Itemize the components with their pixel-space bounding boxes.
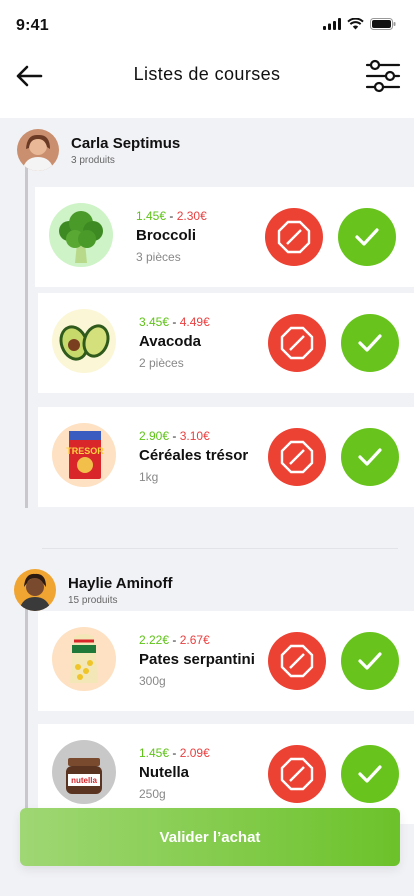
user-header-carla[interactable]: Carla Septimus 3 produits	[17, 129, 180, 171]
product-name: Céréales trésor	[139, 447, 249, 464]
price-range: 1.45€ - 2.09€	[139, 746, 210, 760]
svg-text:TRESOR: TRESOR	[66, 446, 104, 456]
accept-button[interactable]	[338, 208, 396, 266]
stop-octagon-icon	[280, 644, 314, 678]
avatar	[14, 569, 56, 611]
product-card[interactable]: 3.45€ - 4.49€ Avacoda 2 pièces	[38, 293, 414, 393]
stop-octagon-icon	[280, 757, 314, 791]
top-header: 9:41 Listes de courses	[0, 0, 414, 118]
checkmark-icon	[358, 765, 382, 783]
timeline-line	[25, 608, 28, 828]
stop-octagon-icon	[277, 220, 311, 254]
user-name: Haylie Aminoff	[68, 574, 173, 592]
validate-purchase-button[interactable]: Valider l’achat	[20, 808, 400, 866]
broccoli-image	[49, 203, 113, 267]
product-quantity: 3 pièces	[136, 250, 181, 264]
status-icons	[323, 18, 396, 30]
price-range: 1.45€ - 2.30€	[136, 209, 207, 223]
product-quantity: 250g	[139, 787, 166, 801]
price-range: 2.90€ - 3.10€	[139, 429, 210, 443]
accept-button[interactable]	[341, 314, 399, 372]
product-name: Broccoli	[136, 227, 197, 244]
timeline-line	[25, 166, 28, 508]
checkmark-icon	[355, 228, 379, 246]
cereal-box-image: TRESOR	[52, 423, 116, 487]
product-card[interactable]: TRESOR 2.90€ - 3.10€ Céréales trésor 1kg	[38, 407, 414, 507]
nutella-jar-image: nutella	[52, 740, 116, 804]
product-quantity: 1kg	[139, 470, 159, 484]
refuse-button[interactable]	[268, 428, 326, 486]
avocado-image	[52, 309, 116, 373]
product-name: Pates serpantini	[139, 651, 255, 668]
product-name: Nutella	[139, 764, 190, 781]
svg-text:nutella: nutella	[71, 776, 97, 785]
refuse-button[interactable]	[265, 208, 323, 266]
product-quantity: 2 pièces	[139, 356, 184, 370]
product-count: 15 produits	[68, 594, 118, 606]
product-count: 3 produits	[71, 154, 115, 166]
product-card[interactable]: 1.45€ - 2.30€ Broccoli 3 pièces	[35, 187, 414, 287]
accept-button[interactable]	[341, 632, 399, 690]
cellular-signal-icon	[323, 18, 341, 30]
pasta-bag-image	[52, 627, 116, 691]
product-quantity: 300g	[139, 674, 166, 688]
checkmark-icon	[358, 448, 382, 466]
refuse-button[interactable]	[268, 632, 326, 690]
checkmark-icon	[358, 334, 382, 352]
price-range: 2.22€ - 2.67€	[139, 633, 210, 647]
battery-icon	[370, 18, 396, 30]
checkmark-icon	[358, 652, 382, 670]
accept-button[interactable]	[341, 745, 399, 803]
user-header-haylie[interactable]: Haylie Aminoff 15 produits	[14, 569, 172, 611]
page-title: Listes de courses	[133, 64, 281, 84]
user-name: Carla Septimus	[71, 134, 181, 152]
wifi-icon	[347, 18, 364, 30]
refuse-button[interactable]	[268, 314, 326, 372]
stop-octagon-icon	[280, 326, 314, 360]
refuse-button[interactable]	[268, 745, 326, 803]
product-name: Avacoda	[139, 333, 201, 350]
product-card[interactable]: 2.22€ - 2.67€ Pates serpantini 300g	[38, 611, 414, 711]
stop-octagon-icon	[280, 440, 314, 474]
filter-settings-icon[interactable]	[364, 58, 402, 94]
accept-button[interactable]	[341, 428, 399, 486]
status-time: 9:41	[16, 17, 49, 34]
avatar	[17, 129, 59, 171]
section-divider	[42, 548, 398, 549]
price-range: 3.45€ - 4.49€	[139, 315, 210, 329]
